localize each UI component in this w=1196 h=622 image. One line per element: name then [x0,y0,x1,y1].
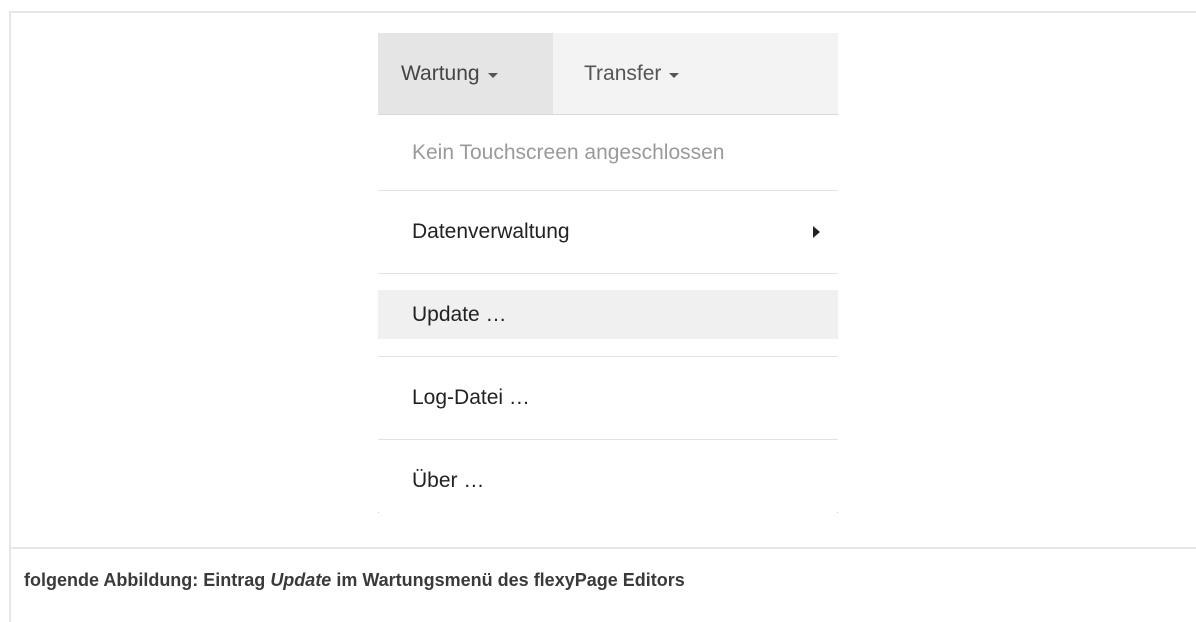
menu-item-label: Log-Datei … [412,386,530,409]
tab-transfer-label: Transfer [584,61,662,85]
caption-border [9,549,11,622]
caret-down-icon [487,72,498,78]
menu-corner-right [837,512,838,513]
menu-item-label: Datenverwaltung [412,220,570,243]
menu-item-update[interactable]: Update … [378,290,838,339]
tab-transfer[interactable]: Transfer [553,33,680,114]
menu-bar: Wartung Transfer [378,33,838,115]
menu-item-log-datei[interactable]: Log-Datei … [378,357,838,439]
menu-item-label: Update … [412,302,507,326]
menu-item-ueber[interactable]: Über … [378,440,838,522]
menu-item-label: Kein Touchscreen angeschlossen [412,140,725,164]
wartung-dropdown-menu: Kein Touchscreen angeschlossen Datenverw… [378,115,838,522]
menu-item-label: Über … [412,469,485,492]
chevron-right-icon [813,226,820,238]
menu-item-update-row: Update … [378,274,838,356]
caption-emphasis: Update [270,570,332,590]
tab-wartung-label: Wartung [401,61,480,85]
tab-wartung[interactable]: Wartung [378,33,553,114]
caption-suffix: im Wartungsmenü des flexyPage Editors [331,570,685,590]
figure-caption: folgende Abbildung: Eintrag Update im Wa… [24,570,685,591]
caption-prefix: folgende Abbildung: Eintrag [24,570,271,590]
caret-down-icon [669,72,680,78]
menu-item-touchscreen-status: Kein Touchscreen angeschlossen [378,115,838,190]
menu-corner-left [378,512,379,513]
menu-item-datenverwaltung[interactable]: Datenverwaltung [378,191,838,273]
